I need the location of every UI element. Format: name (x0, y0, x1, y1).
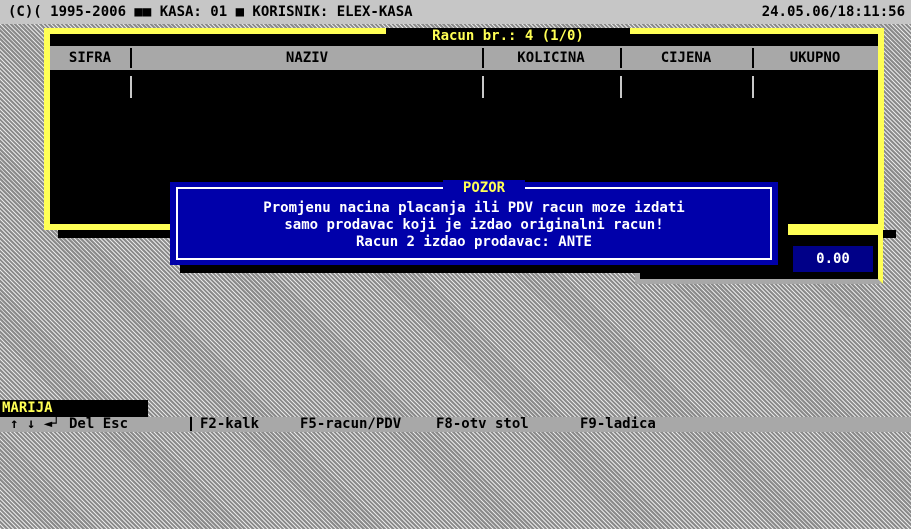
receipt-title: Racun br.: 4 (1/0) (386, 28, 630, 46)
key-hint-f2[interactable]: F2-kalk (200, 416, 259, 432)
column-header-ukupno: UKUPNO (789, 50, 841, 66)
column-divider (130, 48, 132, 68)
current-user: MARIJA (0, 400, 148, 417)
dialog-shadow (778, 190, 788, 273)
column-header-sifra: SIFRA (68, 50, 112, 66)
datetime: 24.05.06/18:11:56 (761, 4, 905, 20)
dialog-message-line: Promjenu nacina placanja ili PDV racun m… (263, 200, 685, 216)
row-divider (130, 76, 132, 98)
key-hint-navigation[interactable]: ↑ ↓ ◄┘ Del Esc (10, 416, 128, 432)
total-value: 0.00 (793, 246, 873, 272)
key-divider (190, 417, 192, 431)
row-divider (620, 76, 622, 98)
dialog-shadow (180, 265, 788, 273)
column-header-naziv: NAZIV (285, 50, 329, 66)
app-info: (C)( 1995-2006 ■■ KASA: 01 ■ KORISNIK: E… (8, 4, 413, 20)
column-divider (620, 48, 622, 68)
row-divider (482, 76, 484, 98)
dialog-message-line: samo prodavac koji je izdao originalni r… (284, 217, 664, 233)
column-header-cijena: CIJENA (660, 50, 712, 66)
dialog-title: POZOR (443, 180, 525, 198)
row-divider (752, 76, 754, 98)
column-divider (482, 48, 484, 68)
column-header-kolicina: KOLICINA (517, 50, 585, 66)
status-bar: (C)( 1995-2006 ■■ KASA: 01 ■ KORISNIK: E… (0, 0, 911, 24)
key-hint-f8[interactable]: F8-otv stol (436, 416, 529, 432)
dialog-message-line: Racun 2 izdao prodavac: ANTE (355, 234, 592, 250)
key-hint-f5[interactable]: F5-racun/PDV (300, 416, 401, 432)
function-key-bar: ↑ ↓ ◄┘ Del Esc F2-kalk F5-racun/PDV F8-o… (0, 416, 911, 432)
table-header: SIFRA NAZIV KOLICINA CIJENA UKUPNO (50, 46, 878, 70)
column-divider (752, 48, 754, 68)
key-hint-f9[interactable]: F9-ladica (580, 416, 656, 432)
